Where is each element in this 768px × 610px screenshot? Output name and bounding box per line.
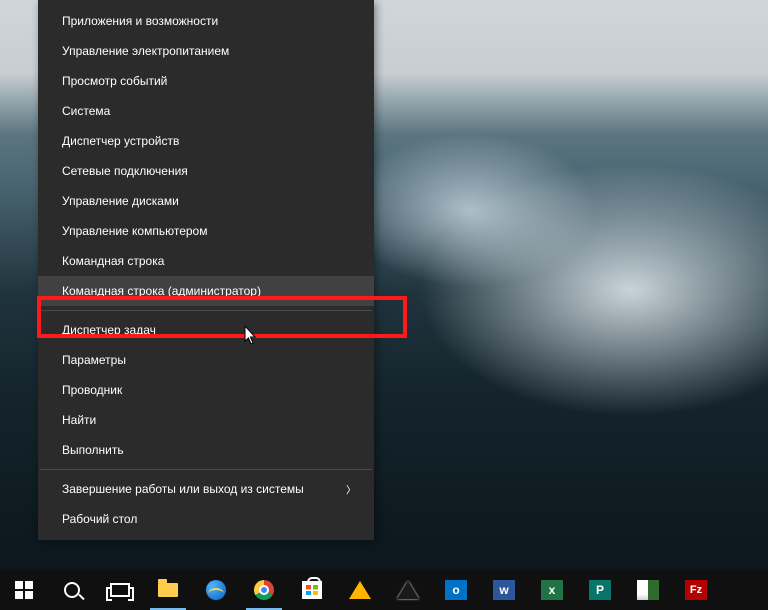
- menu-item-label: Диспетчер устройств: [62, 134, 179, 148]
- menu-item-label: Найти: [62, 413, 96, 427]
- taskbar-store[interactable]: [288, 570, 336, 610]
- task-view-button[interactable]: [96, 570, 144, 610]
- taskbar: o w x P Fz: [0, 570, 768, 610]
- menu-item-device-manager[interactable]: Диспетчер устройств: [38, 126, 374, 156]
- filezilla-icon: Fz: [684, 578, 708, 602]
- taskbar-outlook[interactable]: o: [432, 570, 480, 610]
- store-icon: [300, 578, 324, 602]
- menu-item-label: Командная строка (администратор): [62, 284, 261, 298]
- menu-item-computer-management[interactable]: Управление компьютером: [38, 216, 374, 246]
- task-view-icon: [108, 578, 132, 602]
- menu-item-settings[interactable]: Параметры: [38, 345, 374, 375]
- menu-separator: [40, 469, 372, 470]
- menu-item-power-options[interactable]: Управление электропитанием: [38, 36, 374, 66]
- windows-logo-icon: [12, 578, 36, 602]
- menu-item-label: Просмотр событий: [62, 74, 167, 88]
- total-commander-icon: [636, 578, 660, 602]
- menu-item-command-prompt[interactable]: Командная строка: [38, 246, 374, 276]
- aimp-icon: [348, 578, 372, 602]
- menu-item-label: Приложения и возможности: [62, 14, 218, 28]
- chevron-right-icon: 〉: [346, 482, 356, 497]
- menu-item-disk-management[interactable]: Управление дисками: [38, 186, 374, 216]
- word-icon: w: [492, 578, 516, 602]
- chrome-icon: [252, 578, 276, 602]
- menu-separator: [40, 310, 372, 311]
- menu-item-label: Управление компьютером: [62, 224, 207, 238]
- publisher-icon: P: [588, 578, 612, 602]
- menu-item-label: Параметры: [62, 353, 126, 367]
- menu-item-label: Система: [62, 104, 110, 118]
- search-button[interactable]: [48, 570, 96, 610]
- menu-item-command-prompt-admin[interactable]: Командная строка (администратор): [38, 276, 374, 306]
- menu-item-run[interactable]: Выполнить: [38, 435, 374, 465]
- menu-item-label: Управление электропитанием: [62, 44, 229, 58]
- ie-icon: [204, 578, 228, 602]
- menu-item-label: Диспетчер задач: [62, 323, 156, 337]
- menu-item-desktop[interactable]: Рабочий стол: [38, 504, 374, 534]
- menu-item-label: Выполнить: [62, 443, 124, 457]
- aimp-dark-icon: [396, 578, 420, 602]
- menu-item-label: Управление дисками: [62, 194, 179, 208]
- menu-item-label: Командная строка: [62, 254, 164, 268]
- menu-item-label: Проводник: [62, 383, 122, 397]
- menu-item-network-connections[interactable]: Сетевые подключения: [38, 156, 374, 186]
- menu-item-search[interactable]: Найти: [38, 405, 374, 435]
- menu-item-apps-features[interactable]: Приложения и возможности: [38, 6, 374, 36]
- taskbar-file-explorer[interactable]: [144, 570, 192, 610]
- taskbar-filezilla[interactable]: Fz: [672, 570, 720, 610]
- start-button[interactable]: [0, 570, 48, 610]
- outlook-icon: o: [444, 578, 468, 602]
- taskbar-excel[interactable]: x: [528, 570, 576, 610]
- menu-item-file-explorer[interactable]: Проводник: [38, 375, 374, 405]
- winx-context-menu: Приложения и возможности Управление элек…: [38, 0, 374, 540]
- search-icon: [60, 578, 84, 602]
- excel-icon: x: [540, 578, 564, 602]
- taskbar-chrome[interactable]: [240, 570, 288, 610]
- taskbar-word[interactable]: w: [480, 570, 528, 610]
- taskbar-aimp-dark[interactable]: [384, 570, 432, 610]
- menu-item-label: Сетевые подключения: [62, 164, 188, 178]
- folder-icon: [156, 578, 180, 602]
- menu-item-event-viewer[interactable]: Просмотр событий: [38, 66, 374, 96]
- menu-item-shutdown-signout[interactable]: Завершение работы или выход из системы 〉: [38, 474, 374, 504]
- taskbar-aimp[interactable]: [336, 570, 384, 610]
- menu-item-label: Рабочий стол: [62, 512, 137, 526]
- taskbar-internet-explorer[interactable]: [192, 570, 240, 610]
- menu-item-label: Завершение работы или выход из системы: [62, 482, 304, 496]
- taskbar-publisher[interactable]: P: [576, 570, 624, 610]
- taskbar-total-commander[interactable]: [624, 570, 672, 610]
- menu-item-task-manager[interactable]: Диспетчер задач: [38, 315, 374, 345]
- menu-item-system[interactable]: Система: [38, 96, 374, 126]
